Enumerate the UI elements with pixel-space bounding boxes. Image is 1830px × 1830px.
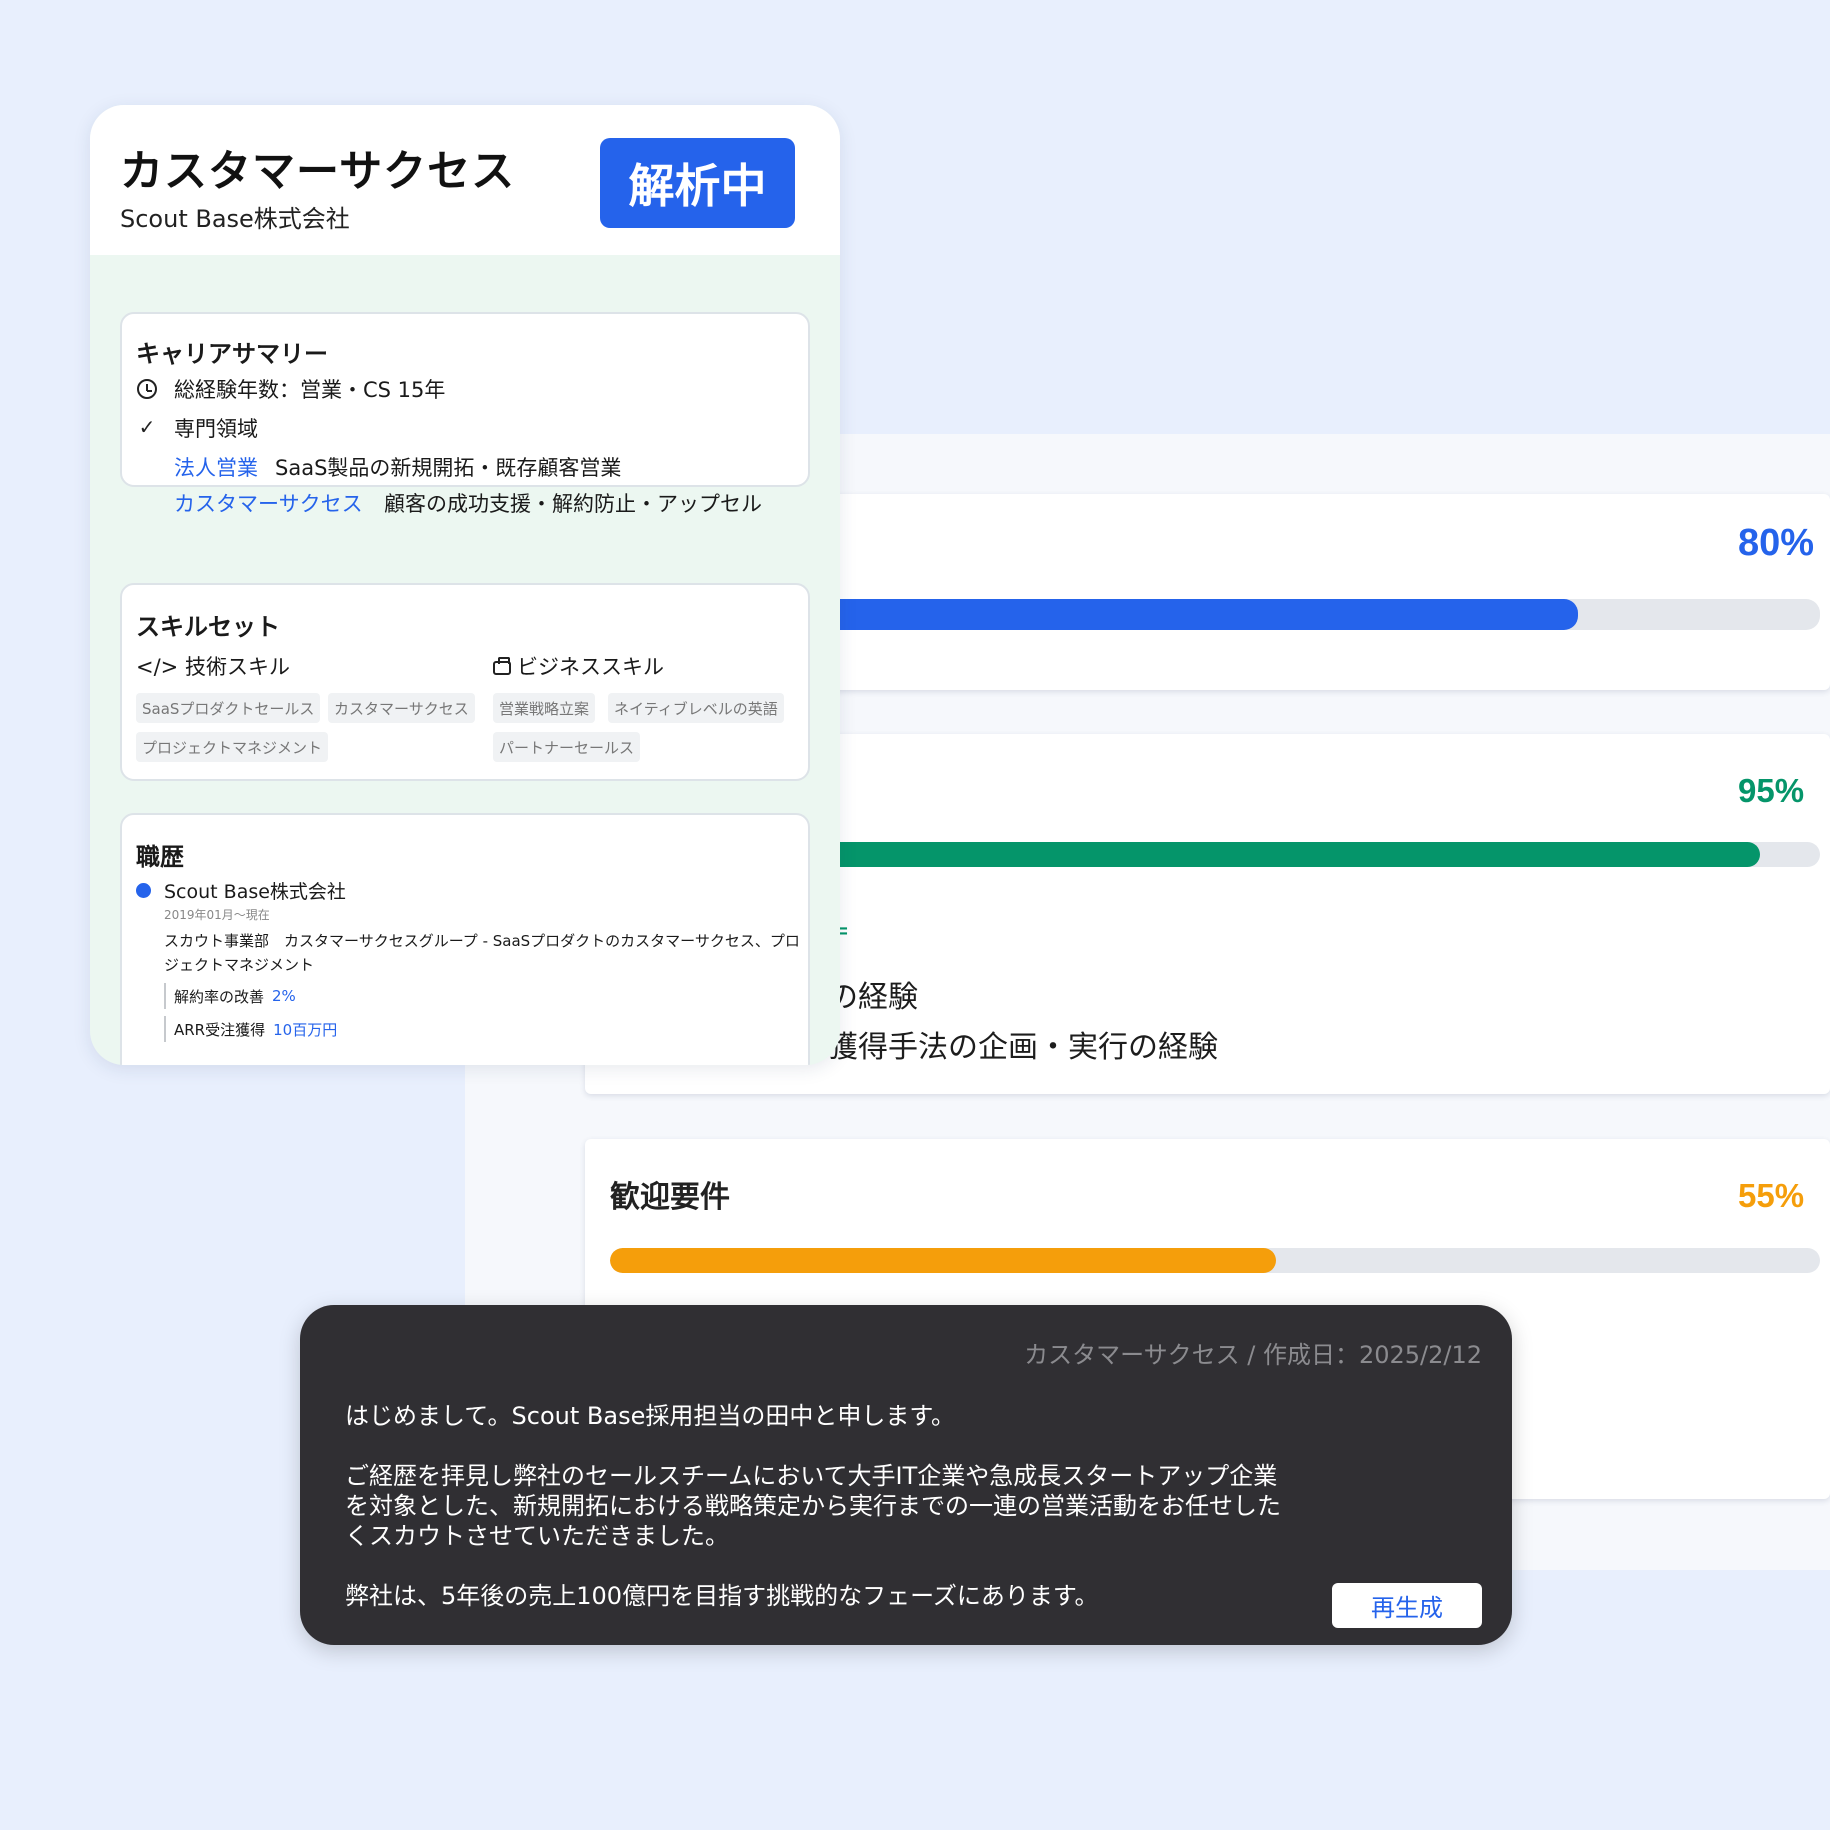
work-history-section: 職歴 Scout Base株式会社 2019年01月〜現在 スカウト事業部 カス…	[120, 813, 810, 1065]
message-paragraph: はじめまして。Scout Base採用担当の田中と申します。	[345, 1402, 955, 1430]
specialty-desc-1: SaaS製品の新規開拓・既存顧客営業	[275, 456, 622, 480]
skill-tag: プロジェクトマネジメント	[136, 732, 329, 762]
metric-label: ARR受注獲得	[174, 1020, 266, 1039]
match-progress-fill-3	[610, 1248, 1276, 1273]
scout-message-panel: カスタマーサクセス / 作成日：2025/2/12 はじめまして。Scout B…	[300, 1305, 1512, 1645]
match-percent-2: 95%	[1738, 772, 1805, 809]
check-icon: ✓	[138, 415, 156, 439]
skillset-title: スキルセット	[136, 613, 280, 641]
company-name: Scout Base株式会社	[120, 205, 350, 233]
profile-card: カスタマーサクセス Scout Base株式会社 解析中 キャリアサマリー 総経…	[90, 105, 840, 1065]
experience-years: 総経験年数：営業・CS 15年	[174, 378, 446, 402]
history-metric: 解約率の改善 2%	[164, 983, 296, 1009]
history-period: 2019年01月〜現在	[164, 908, 270, 922]
history-metric: ARR受注獲得 10百万円	[164, 1016, 337, 1042]
timeline-dot	[136, 883, 151, 898]
skill-tag: パートナーセールス	[493, 732, 641, 762]
message-body: はじめまして。Scout Base採用担当の田中と申します。 ご経歴を拝見し弊社…	[345, 1401, 1285, 1611]
skill-tag: 営業戦略立案	[493, 693, 596, 723]
history-company: Scout Base株式会社	[164, 881, 346, 903]
skill-tag: ネイティブレベルの英語	[608, 693, 784, 723]
metric-value: 2%	[272, 987, 296, 1005]
match-progress-3	[610, 1248, 1820, 1273]
business-skills-title: ビジネススキル	[517, 655, 664, 679]
specialty-desc-2: 顧客の成功支援・解約防止・アップセル	[384, 492, 762, 516]
metric-label: 解約率の改善	[174, 987, 265, 1006]
status-badge: 解析中	[600, 138, 795, 228]
specialty-label-2: カスタマーサクセス	[174, 492, 363, 516]
message-meta: カスタマーサクセス / 作成日：2025/2/12	[1024, 1341, 1482, 1369]
work-history-title: 職歴	[136, 843, 184, 871]
match-percent-1: 80%	[1738, 522, 1815, 564]
job-title: カスタマーサクセス	[120, 147, 516, 197]
specialty-label-1: 法人営業	[174, 456, 258, 480]
business-skills-heading: ビジネススキル	[493, 651, 664, 681]
metric-value: 10百万円	[273, 1020, 338, 1039]
regenerate-button[interactable]: 再生成	[1332, 1583, 1482, 1628]
specialty-label: 専門領域	[174, 417, 258, 441]
career-summary-title: キャリアサマリー	[136, 340, 328, 368]
career-summary-section: キャリアサマリー 総経験年数：営業・CS 15年 ✓ 専門領域 法人営業 Saa…	[120, 312, 810, 516]
requirement-text-1: の経験	[828, 980, 918, 1015]
briefcase-icon	[493, 657, 511, 675]
skillset-section: スキルセット </> 技術スキル ビジネススキル SaaSプロダクトセールス カ…	[120, 583, 810, 781]
tech-skills-title: </> 技術スキル	[136, 655, 290, 679]
profile-header: カスタマーサクセス Scout Base株式会社 解析中	[90, 105, 840, 255]
clock-icon	[136, 378, 158, 400]
welcome-requirements-title: 歓迎要件	[610, 1180, 730, 1215]
skill-tag: SaaSプロダクトセールス	[136, 693, 321, 723]
skill-tag: カスタマーサクセス	[328, 693, 475, 723]
requirement-text-2: 獲得手法の企画・実行の経験	[828, 1030, 1218, 1065]
message-paragraph: 弊社は、5年後の売上100億円を目指す挑戦的なフェーズにあります。	[345, 1582, 1099, 1610]
message-paragraph: ご経歴を拝見し弊社のセールスチームにおいて大手IT企業や急成長スタートアップ企業…	[345, 1462, 1281, 1550]
history-description: スカウト事業部 カスタマーサクセスグループ - SaaSプロダクトのカスタマーサ…	[164, 932, 800, 974]
match-percent-3: 55%	[1738, 1177, 1805, 1214]
